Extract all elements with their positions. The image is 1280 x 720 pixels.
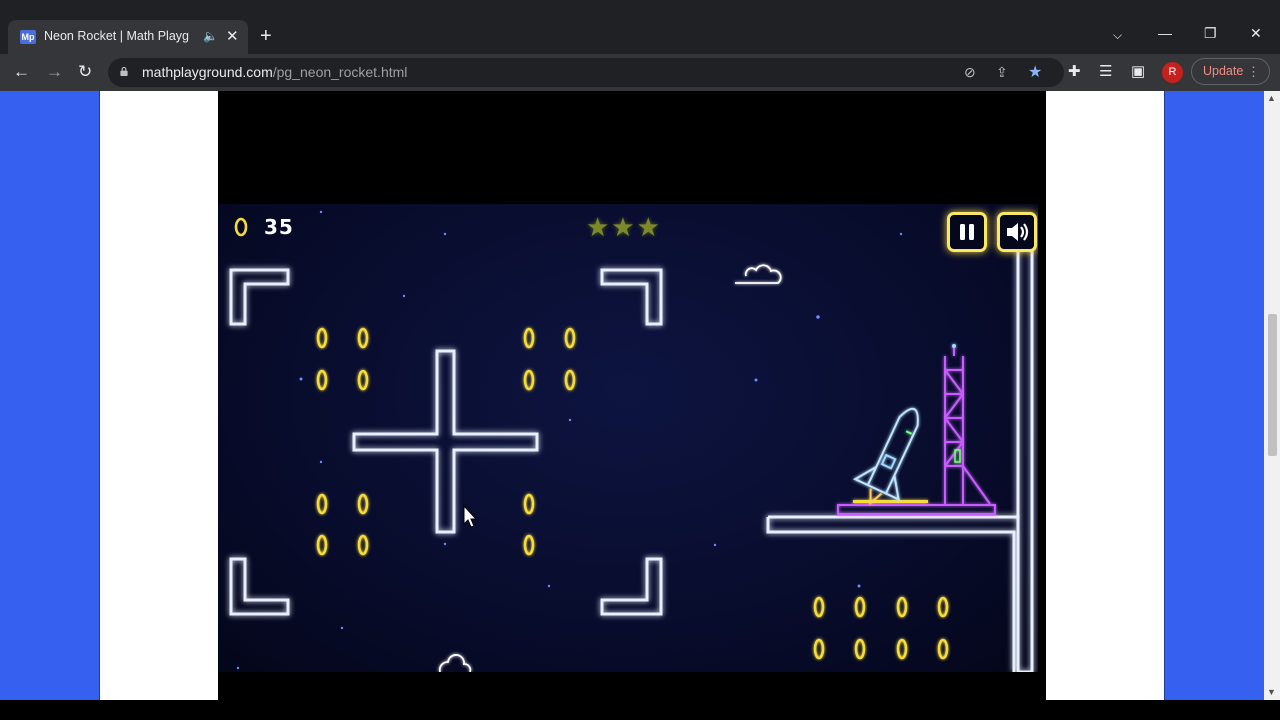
restore-icon[interactable]: ❐ [1204,26,1217,40]
game-canvas[interactable]: 35 ★★★ [218,204,1038,672]
new-tab-icon[interactable]: + [260,26,272,46]
bookmark-star-icon[interactable]: ★ [1028,62,1042,82]
address-bar[interactable]: mathplayground.com/pg_neon_rocket.html ⊘… [108,58,1064,87]
neon-walls [229,242,1034,672]
forward-icon[interactable]: → [46,62,63,82]
menu-dots-icon: ⋮ [1247,64,1260,79]
tab-neon-rocket[interactable]: Mp Neon Rocket | Math Playgrou 🔈 ✕ [8,20,248,54]
share-icon[interactable]: ⇪ [996,64,1008,81]
url-path: /pg_neon_rocket.html [272,64,408,80]
game-scene [229,210,1034,672]
speaker-icon [1007,223,1029,241]
browser-toolbar: ← → ↻ mathplayground.com/pg_neon_rocket.… [0,54,1280,91]
launch-pad [837,500,996,515]
tab-strip: Mp Neon Rocket | Math Playgrou 🔈 ✕ + ⌵ —… [0,0,1280,54]
scroll-up-icon[interactable]: ▲ [1267,93,1276,103]
tab-audio-icon[interactable]: 🔈 [203,29,218,43]
cloud-decorations [438,264,782,672]
pause-icon [960,224,974,240]
launch-tower [944,344,991,505]
tracking-protection-icon[interactable]: ⊘ [964,64,976,81]
coins [316,327,949,660]
profile-avatar[interactable]: R [1162,62,1183,83]
background-stars [236,210,903,670]
screen-bottom-bar [0,700,1280,720]
media-controls-icon[interactable]: ☰ [1099,62,1112,82]
coin-counter: 35 [234,214,294,239]
side-panel-icon[interactable]: ▣ [1131,62,1145,82]
tab-search-icon[interactable]: ⌵ [1113,28,1122,42]
url-host: mathplayground.com [142,64,273,80]
pause-button[interactable] [947,212,987,252]
update-button[interactable]: Update ⋮ [1191,58,1270,85]
extensions-icon[interactable]: ✚ [1068,62,1081,82]
back-icon[interactable]: ← [13,62,30,82]
lock-icon [120,67,128,76]
scrollbar-thumb[interactable] [1268,314,1277,456]
url-text: mathplayground.com/pg_neon_rocket.html [142,64,407,80]
close-window-icon[interactable]: ✕ [1250,26,1262,40]
reload-icon[interactable]: ↻ [78,62,92,82]
vertical-scrollbar[interactable]: ▲ ▼ [1264,91,1280,700]
minimize-icon[interactable]: — [1158,26,1172,40]
tab-close-icon[interactable]: ✕ [226,27,239,45]
favicon-icon: Mp [20,30,36,44]
tab-title: Neon Rocket | Math Playgrou [44,29,189,43]
coin-icon [234,217,248,237]
level-stars: ★★★ [586,212,662,242]
sound-button[interactable] [997,212,1037,252]
scroll-down-icon[interactable]: ▼ [1267,687,1276,697]
coin-count: 35 [263,215,294,239]
rocket-player [852,407,919,506]
update-label: Update [1203,64,1244,78]
mouse-cursor [463,504,478,528]
